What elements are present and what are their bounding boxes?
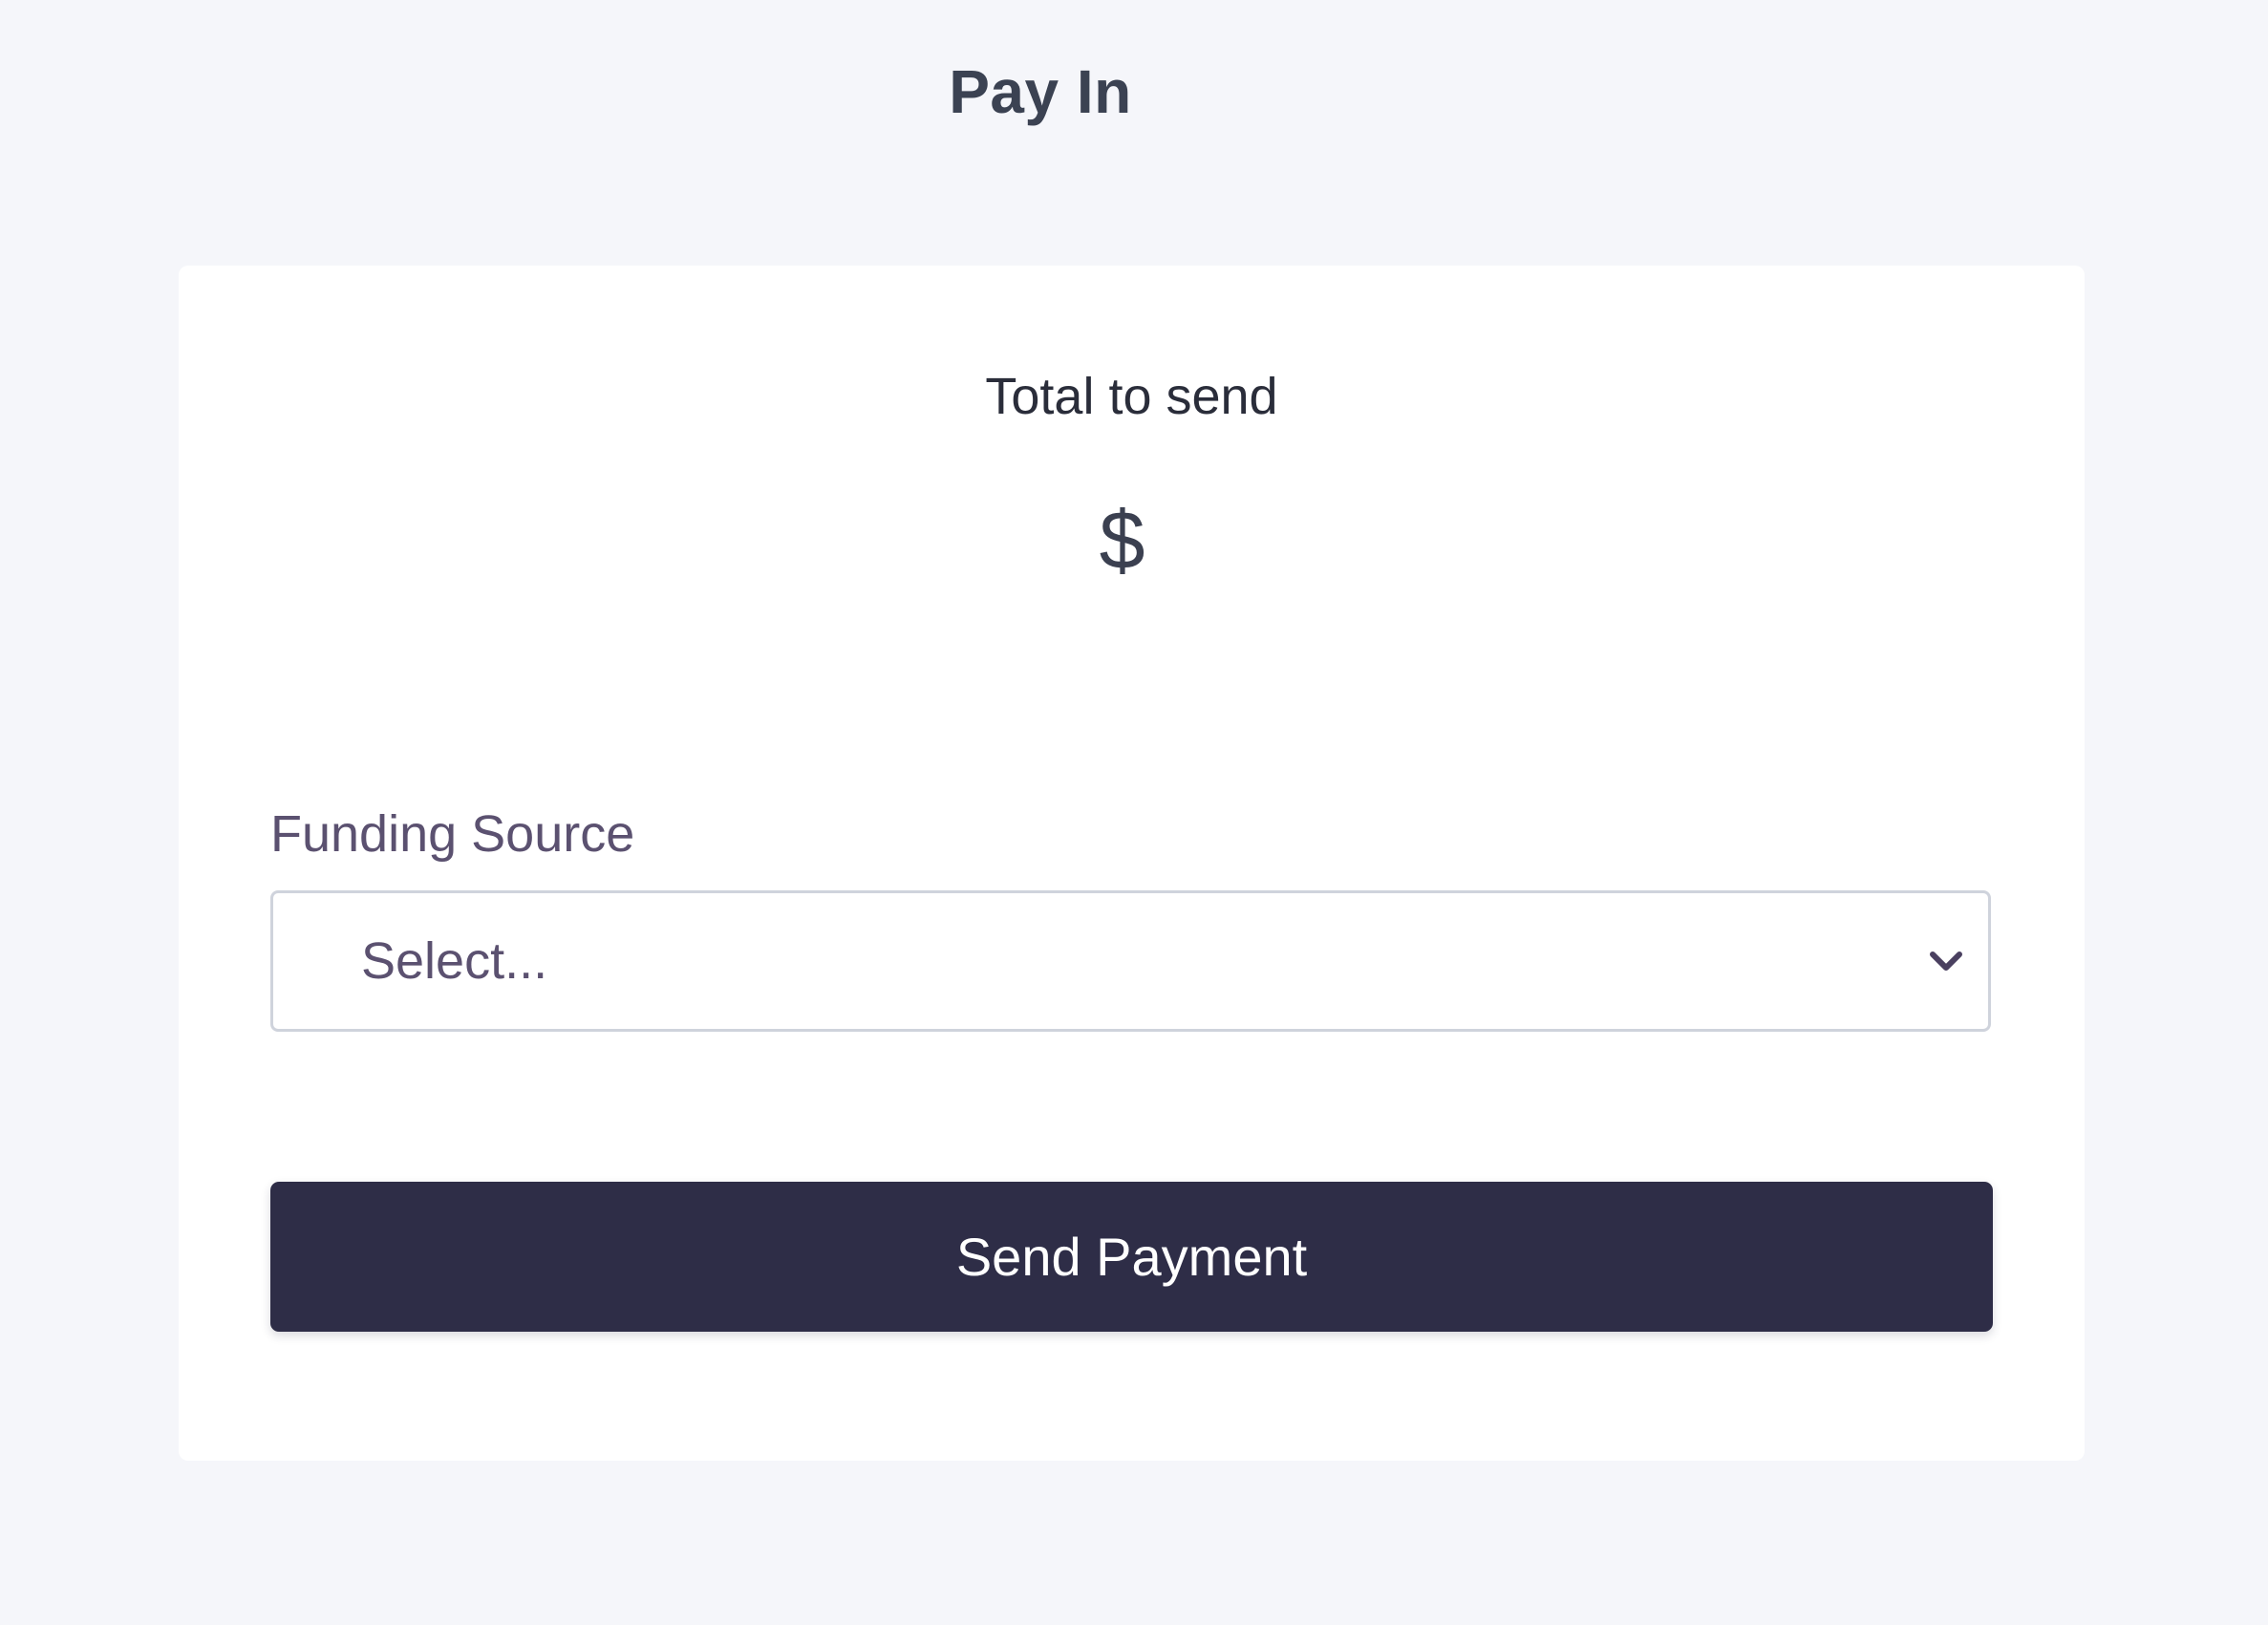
total-to-send-label: Total to send <box>985 368 1278 425</box>
funding-source-label: Funding Source <box>270 805 635 863</box>
funding-source-select[interactable]: Select... <box>270 890 1991 1032</box>
payment-card: Total to send $ Funding Source Select...… <box>179 266 2085 1461</box>
total-amount: $ <box>1099 495 1145 587</box>
funding-source-selected-value: Select... <box>361 932 548 990</box>
page-title: Pay In <box>949 57 1132 126</box>
chevron-down-icon <box>1930 951 1962 971</box>
send-payment-button[interactable]: Send Payment <box>270 1182 1993 1332</box>
